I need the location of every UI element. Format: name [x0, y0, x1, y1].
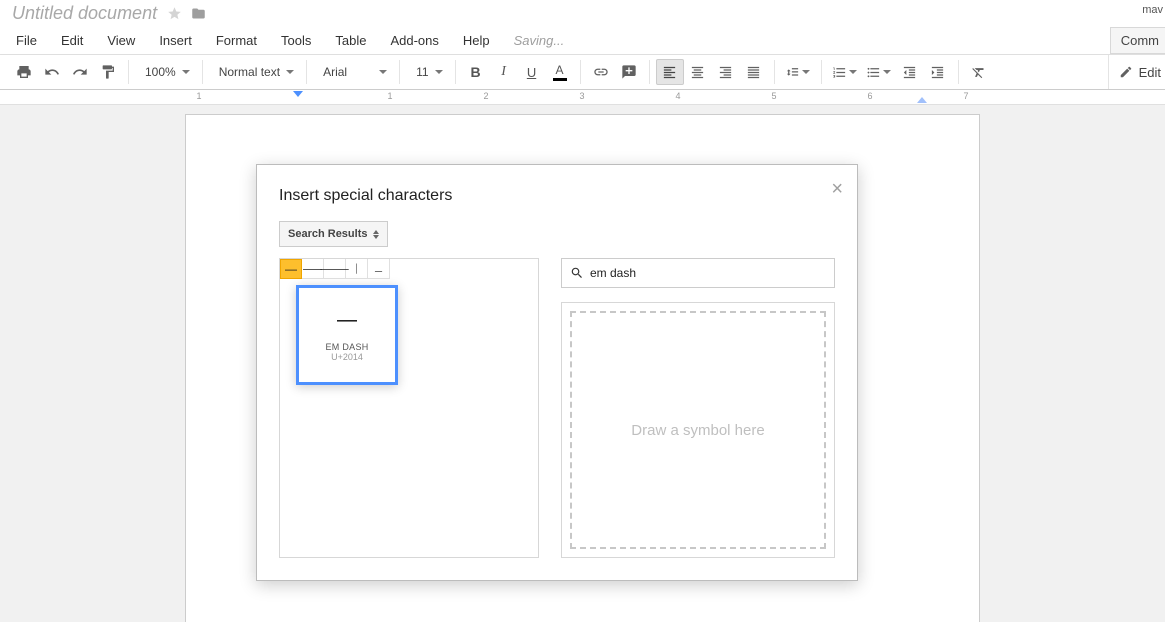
line-spacing-icon[interactable]	[781, 59, 815, 85]
draw-symbol-box[interactable]: Draw a symbol here	[561, 302, 835, 558]
underline-button[interactable]: U	[518, 59, 546, 85]
menu-table[interactable]: Table	[323, 33, 378, 48]
close-icon[interactable]: ×	[831, 179, 843, 199]
character-cell[interactable]: ⸻	[324, 259, 346, 279]
menu-addons[interactable]: Add-ons	[378, 33, 450, 48]
character-cell[interactable]: ﹘	[368, 259, 390, 279]
increase-indent-icon[interactable]	[924, 59, 952, 85]
menu-bar: File Edit View Insert Format Tools Table…	[0, 27, 1165, 55]
menu-insert[interactable]: Insert	[147, 33, 204, 48]
category-dropdown[interactable]: Search Results	[279, 221, 388, 247]
dialog-title: Insert special characters	[279, 187, 835, 205]
paragraph-style-dropdown[interactable]: Normal text	[209, 59, 300, 85]
character-cell[interactable]: ︱	[346, 259, 368, 279]
caret-down-icon	[435, 70, 443, 74]
font-dropdown[interactable]: Arial	[313, 59, 393, 85]
caret-down-icon	[379, 70, 387, 74]
pencil-icon	[1119, 65, 1133, 79]
preview-name: EM DASH	[325, 342, 368, 352]
preview-glyph: —	[337, 309, 357, 332]
user-email[interactable]: mav	[1142, 4, 1163, 16]
numbered-list-icon[interactable]	[828, 59, 862, 85]
bold-button[interactable]: B	[462, 59, 490, 85]
character-cell[interactable]: —	[280, 259, 302, 279]
menu-format[interactable]: Format	[204, 33, 269, 48]
toolbar: 100% Normal text Arial 11 B I U A	[0, 55, 1165, 90]
align-center-icon[interactable]	[684, 59, 712, 85]
saving-status: Saving...	[502, 33, 577, 48]
title-bar: Untitled document mav	[0, 0, 1165, 27]
align-justify-icon[interactable]	[740, 59, 768, 85]
paint-format-icon[interactable]	[94, 59, 122, 85]
sort-caret-icon	[373, 230, 379, 239]
document-title[interactable]: Untitled document	[8, 3, 161, 24]
bulleted-list-icon[interactable]	[862, 59, 896, 85]
caret-down-icon	[286, 70, 294, 74]
character-results-panel: — ⸺ ⸻ ︱ ﹘ — EM DASH U+2014	[279, 258, 539, 558]
indent-marker-right[interactable]	[917, 97, 927, 103]
draw-placeholder: Draw a symbol here	[631, 422, 764, 439]
clear-formatting-icon[interactable]	[965, 59, 993, 85]
text-color-button[interactable]: A	[546, 59, 574, 85]
menu-tools[interactable]: Tools	[269, 33, 323, 48]
caret-down-icon	[802, 70, 810, 74]
ruler[interactable]: 1 1 2 3 4 5 6 7	[0, 90, 1165, 105]
menu-file[interactable]: File	[4, 33, 49, 48]
folder-icon[interactable]	[190, 6, 207, 21]
character-search-box[interactable]	[561, 258, 835, 288]
menu-help[interactable]: Help	[451, 33, 502, 48]
undo-icon[interactable]	[38, 59, 66, 85]
indent-marker-left[interactable]	[293, 91, 303, 97]
italic-button[interactable]: I	[490, 59, 518, 85]
search-icon	[570, 266, 584, 280]
star-icon[interactable]	[167, 6, 182, 21]
print-icon[interactable]	[10, 59, 38, 85]
preview-codepoint: U+2014	[331, 352, 363, 362]
align-right-icon[interactable]	[712, 59, 740, 85]
insert-comment-icon[interactable]	[615, 59, 643, 85]
align-left-icon[interactable]	[656, 59, 684, 85]
caret-down-icon	[182, 70, 190, 74]
menu-view[interactable]: View	[95, 33, 147, 48]
font-size-dropdown[interactable]: 11	[406, 59, 448, 85]
comments-button[interactable]: Comm	[1110, 27, 1165, 54]
caret-down-icon	[883, 70, 891, 74]
special-characters-dialog: × Insert special characters Search Resul…	[256, 164, 858, 581]
menu-edit[interactable]: Edit	[49, 33, 95, 48]
redo-icon[interactable]	[66, 59, 94, 85]
decrease-indent-icon[interactable]	[896, 59, 924, 85]
character-preview-tooltip: — EM DASH U+2014	[296, 285, 398, 385]
zoom-dropdown[interactable]: 100%	[135, 59, 196, 85]
caret-down-icon	[849, 70, 857, 74]
insert-link-icon[interactable]	[587, 59, 615, 85]
editing-mode-button[interactable]: Edit	[1108, 55, 1165, 89]
character-search-input[interactable]	[590, 266, 826, 280]
